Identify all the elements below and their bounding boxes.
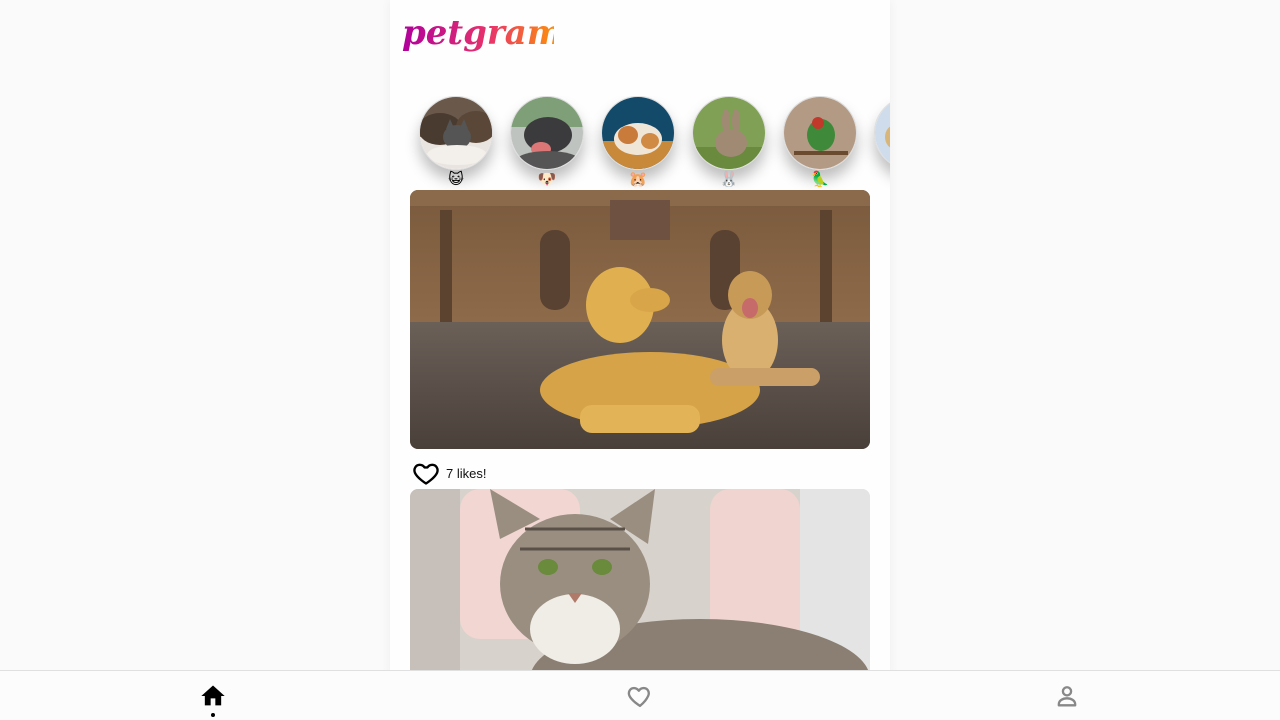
dog-story-avatar [510, 96, 584, 170]
story-emoji: 🐹 [628, 170, 648, 188]
active-indicator [211, 713, 215, 717]
partial-story-avatar [874, 96, 890, 170]
nav-home[interactable] [193, 671, 233, 720]
bottom-navigation [0, 670, 1280, 720]
story-emoji: 😺 [448, 170, 464, 188]
user-icon [1057, 686, 1077, 707]
story-emoji: 🐶 [537, 170, 557, 188]
feed-photo-cat[interactable] [410, 489, 870, 689]
brand-text: petgram [402, 14, 554, 53]
story-emoji: 🐰 [719, 170, 739, 188]
home-icon [201, 685, 225, 706]
hamster-story-avatar [601, 96, 675, 170]
like-button[interactable] [412, 459, 440, 487]
story-item[interactable]: 🐰 [691, 96, 767, 188]
rabbit-story-avatar [692, 96, 766, 170]
story-item[interactable]: 🐹 [600, 96, 676, 188]
cat-story-avatar [419, 96, 493, 170]
story-emoji: 🦜 [810, 170, 830, 188]
nav-user[interactable] [1047, 671, 1087, 720]
story-item[interactable] [873, 96, 890, 170]
feed-photo-dogs[interactable] [410, 190, 870, 449]
heart-outline-icon [413, 463, 439, 485]
likes-count: 7 likes! [446, 465, 487, 481]
like-row: 7 likes! [412, 459, 486, 487]
app-container: petgram 😺 🐶 🐹 🐰 🦜 7 likes! [390, 0, 890, 720]
nav-favorites[interactable] [620, 671, 660, 720]
parrot-story-avatar [783, 96, 857, 170]
story-item[interactable]: 🐶 [509, 96, 585, 188]
story-item[interactable]: 🦜 [782, 96, 858, 188]
stories-carousel[interactable]: 😺 🐶 🐹 🐰 🦜 [390, 96, 890, 192]
petgram-logo[interactable]: petgram [402, 13, 563, 56]
heart-icon [627, 686, 650, 708]
story-item[interactable]: 😺 [418, 96, 494, 188]
